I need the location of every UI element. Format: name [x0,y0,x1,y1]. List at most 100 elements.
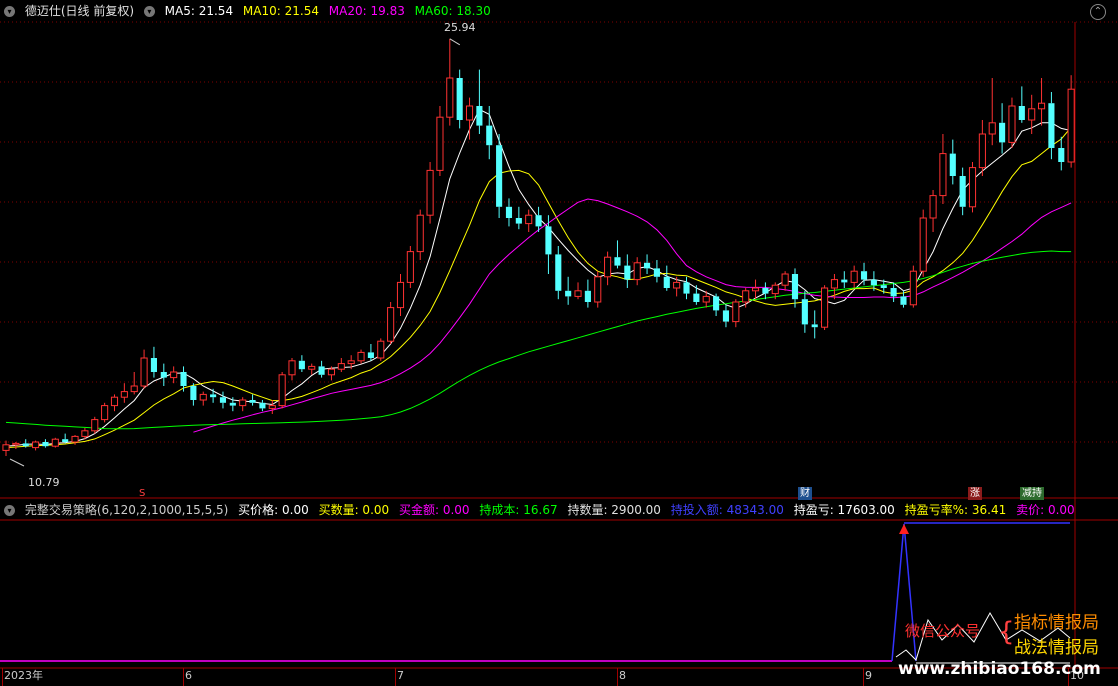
candle-body [298,360,305,370]
chevron-up-icon[interactable]: ⌃ [1090,4,1106,20]
candle-body [693,293,700,302]
candle [821,285,829,330]
indicator-name: 完整交易策略(6,120,2,1000,15,5,5) [24,503,229,517]
ma10-value: MA10: 21.54 [242,4,319,18]
hold-invest: 持投入额: 48343.00 [670,503,784,517]
candle [308,363,316,375]
candle [318,360,325,378]
candle-body [465,105,474,121]
high-price-label: 25.94 [444,21,476,34]
candle [210,388,217,403]
candle-body [525,214,533,225]
candle [850,265,858,288]
candle-body [110,396,119,407]
stock-chart-window: ▾ 德迈仕(日线 前复权) ▾ MA5: 21.54 MA10: 21.54 M… [0,0,1118,686]
limit-up-marker[interactable]: 涨 [968,487,982,500]
candle-body [308,365,316,370]
date-axis-label: 6 [185,669,192,682]
candle-body [702,295,710,303]
brace-icon: { [998,617,1015,647]
candle [2,440,10,456]
candle-body [633,262,641,281]
candle [751,279,760,300]
candle [909,265,917,308]
candle-body [199,393,207,401]
candle-body [604,256,612,278]
candle-body [32,441,40,449]
candle [999,103,1006,154]
candle [762,282,769,300]
low-price-label: 10.79 [28,476,60,489]
candle [110,394,119,412]
candle-body [387,307,395,342]
candle-body [505,206,513,218]
candlestick-chart[interactable] [0,0,1118,686]
candle-body [210,394,217,398]
candle [890,282,897,302]
candle-body [978,133,986,169]
candle-body [870,279,877,286]
candle-body [801,299,808,325]
candle [791,268,799,308]
candle-body [496,145,503,207]
candle-body [1058,148,1065,162]
candle-body [771,284,779,295]
hold-pl-rate: 持盈亏率%: 36.41 [904,503,1007,517]
candle [446,38,454,126]
date-axis-label: 7 [397,669,404,682]
candle-body [722,310,730,322]
candle [150,346,157,378]
candle [1058,136,1065,171]
candle [396,274,405,316]
candle-body [249,400,256,403]
candle [1067,75,1075,168]
candle [436,106,444,176]
candle-body [367,352,374,358]
collapse-icon[interactable]: ▾ [4,6,15,17]
candle-body [170,371,178,379]
candles [2,38,1075,467]
candle-body [1048,103,1055,148]
candle-body [426,169,434,216]
candle-body [1008,105,1016,143]
candle-body [327,368,336,376]
dropdown-icon[interactable]: ▾ [143,6,155,17]
candle [496,134,503,218]
candle-body [259,402,266,409]
candle [1048,92,1055,160]
candle [525,209,533,232]
candle [219,391,227,409]
candle-body [574,290,582,297]
date-axis-label: 9 [865,669,872,682]
candle [604,251,612,286]
candle-body [406,251,414,283]
candle-body [120,391,128,398]
candle [32,440,40,451]
candle-body [515,218,522,224]
candle-body [357,351,365,362]
s-marker[interactable]: S [137,487,147,500]
candle-body [663,276,670,288]
candle [978,120,986,176]
reduce-holding-marker[interactable]: 减持 [1020,487,1044,500]
candle-body [101,405,109,421]
finance-marker[interactable]: 财 [798,487,812,500]
candle-body [909,270,917,306]
candle [565,276,572,305]
date-axis-tick [617,668,618,686]
candle [939,134,947,204]
candle-body [880,285,887,288]
candle-body [683,282,690,294]
indicator-dropdown-icon[interactable]: ▾ [4,505,15,516]
candle-body [565,290,572,297]
candle-body [900,296,907,305]
ma60-value: MA60: 18.30 [414,4,491,18]
candle-body [535,215,542,227]
candle-body [278,374,286,407]
sell-price: 卖价: 0.00 [1016,503,1075,517]
candle-body [968,167,977,208]
candle [663,265,670,291]
date-axis-tick [183,668,184,686]
candle [515,206,522,230]
price-header: ▾ 德迈仕(日线 前复权) ▾ MA5: 21.54 MA10: 21.54 M… [4,2,497,20]
